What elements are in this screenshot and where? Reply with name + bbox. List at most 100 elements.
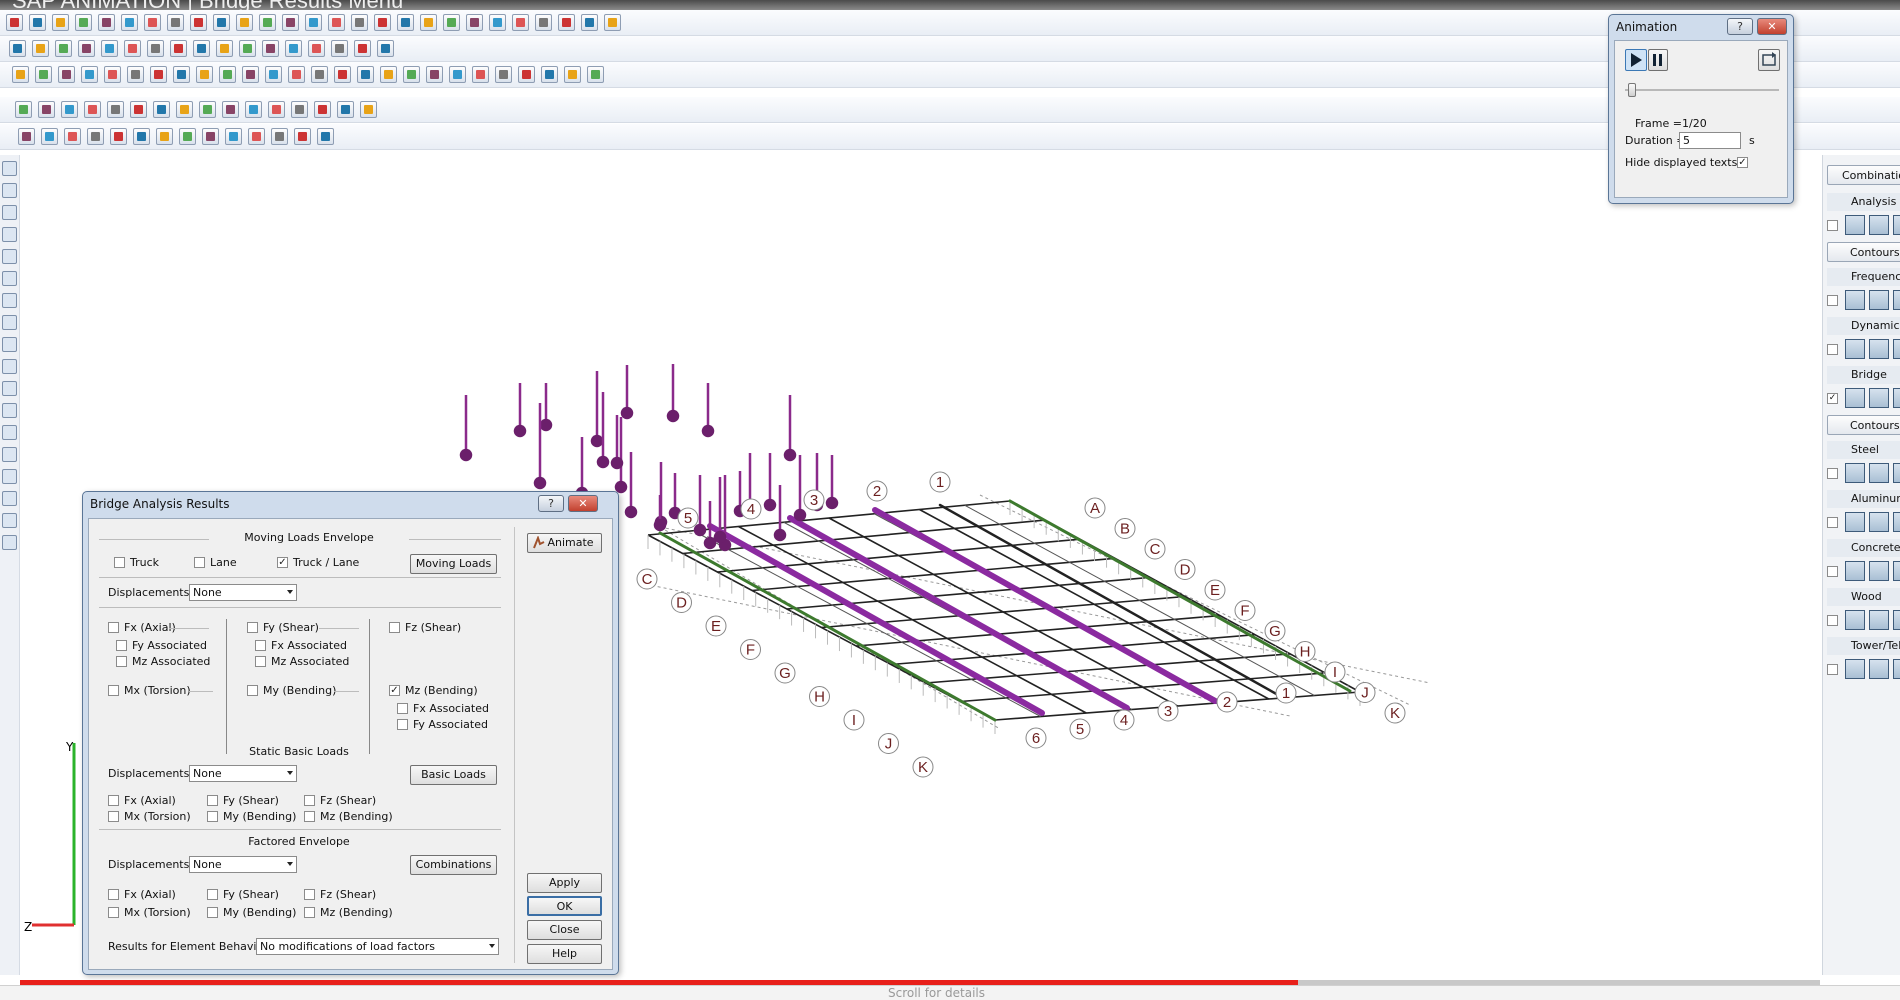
rotate-member-icon[interactable] [173,66,190,83]
deselect-icon[interactable] [55,40,72,57]
result-diagram-icon[interactable] [1869,339,1889,359]
panel-section-checkbox[interactable] [1827,344,1838,355]
panel-section-checkbox[interactable]: ✓ [1827,393,1838,404]
panel-section-checkbox[interactable] [1827,517,1838,528]
move-icon[interactable] [104,66,121,83]
render-icon[interactable] [2,535,17,550]
export-icon[interactable] [541,66,558,83]
add-node-icon[interactable] [12,66,29,83]
static-my-bending-checkbox[interactable] [207,811,218,822]
deformed-icon[interactable] [38,101,55,118]
truss-icon[interactable] [156,128,173,145]
chamfer-icon[interactable] [380,66,397,83]
design-icon[interactable] [199,101,216,118]
add-plate-icon[interactable] [58,66,75,83]
truck-lane-checkbox[interactable]: ✓ [277,557,288,568]
extend-icon[interactable] [334,66,351,83]
report-icon[interactable] [360,101,377,118]
spring-icon[interactable] [397,14,414,31]
frame-slider[interactable] [1625,83,1779,97]
frame-icon[interactable] [236,14,253,31]
result-table-icon[interactable] [1845,215,1865,235]
merge-icon[interactable] [219,66,236,83]
view-right-icon[interactable] [2,403,17,418]
bridge-help-button[interactable]: ? [538,495,564,512]
layers-color-icon[interactable] [2,513,17,528]
factored-fy-shear-checkbox[interactable] [207,889,218,900]
panel-section-checkbox[interactable] [1827,664,1838,675]
static-fy-shear-checkbox[interactable] [207,795,218,806]
solid-icon[interactable] [328,14,345,31]
static-fx-axial-checkbox[interactable] [108,795,119,806]
factored-fx-axial-checkbox[interactable] [108,889,119,900]
moment-icon[interactable] [107,101,124,118]
stress-icon[interactable] [176,101,193,118]
zoom-extents-icon[interactable] [216,40,233,57]
shear-icon[interactable] [84,101,101,118]
add-member-icon[interactable] [35,66,52,83]
panel-section-checkbox[interactable] [1827,468,1838,479]
check-icon[interactable] [403,66,420,83]
result-diagram-icon[interactable] [1869,610,1889,630]
ruler-icon[interactable] [489,14,506,31]
legend-icon[interactable] [472,66,489,83]
orbit-icon[interactable] [2,227,17,242]
settings-icon[interactable] [587,66,604,83]
window-icon[interactable] [101,40,118,57]
result-table-icon[interactable] [1845,339,1865,359]
result-table-icon[interactable] [1845,463,1865,483]
result-diagram-icon[interactable] [1869,388,1889,408]
column-icon[interactable] [110,128,127,145]
moving-displacements-select[interactable]: None [189,584,297,601]
view-iso-icon[interactable] [2,425,17,440]
moving-my-bending-checkbox[interactable] [247,685,258,696]
new-file-icon[interactable] [6,14,23,31]
color-wheel-icon[interactable] [449,66,466,83]
axial-icon[interactable] [61,101,78,118]
invert-icon[interactable] [78,40,95,57]
select-all-icon[interactable] [32,40,49,57]
snap-icon[interactable] [377,40,394,57]
result-diagram-icon[interactable] [1869,463,1889,483]
result-diagram-icon[interactable] [1869,215,1889,235]
extrude-icon[interactable] [242,66,259,83]
table-icon[interactable] [495,66,512,83]
results-icon[interactable] [15,101,32,118]
view-top-icon[interactable] [2,337,17,352]
refresh-icon[interactable] [331,40,348,57]
moving-fy-associated-checkbox[interactable] [116,640,127,651]
load-icon[interactable] [351,14,368,31]
node-icon[interactable] [259,14,276,31]
shade-icon[interactable] [2,469,17,484]
eye-icon[interactable] [2,491,17,506]
zoom-previous-icon[interactable] [239,40,256,57]
moving-fx-axial-checkbox[interactable] [108,622,119,633]
table-icon[interactable] [317,128,334,145]
ok-button[interactable]: OK [527,896,602,916]
combinations-panel-button[interactable]: Combinations [1827,165,1900,185]
combinations-button[interactable]: Combinations [410,855,497,875]
factored-my-bending-checkbox[interactable] [207,907,218,918]
section-cut-icon[interactable] [294,128,311,145]
fillet-icon[interactable] [357,66,374,83]
reaction-icon[interactable] [153,101,170,118]
section-icon[interactable] [443,14,460,31]
view-bottom-icon[interactable] [2,359,17,374]
pan-icon[interactable] [262,40,279,57]
torsion-icon[interactable] [130,101,147,118]
apply-button[interactable]: Apply [527,873,602,893]
hand-icon[interactable] [2,161,17,176]
copy-icon[interactable] [127,66,144,83]
moving-fx-associated-checkbox[interactable] [255,640,266,651]
moving-fy-shear-checkbox[interactable] [247,622,258,633]
truck-checkbox[interactable] [114,557,125,568]
panel-section-checkbox[interactable] [1827,566,1838,577]
measure-icon[interactable] [426,66,443,83]
mz-fy-associated-checkbox[interactable] [397,719,408,730]
mz-fx-associated-checkbox[interactable] [397,703,408,714]
result-table-icon[interactable] [1845,388,1865,408]
animate-button[interactable]: Animate [527,533,602,553]
zoom-window-icon[interactable] [193,40,210,57]
play-button[interactable] [1625,49,1647,71]
copy-icon[interactable] [144,14,161,31]
